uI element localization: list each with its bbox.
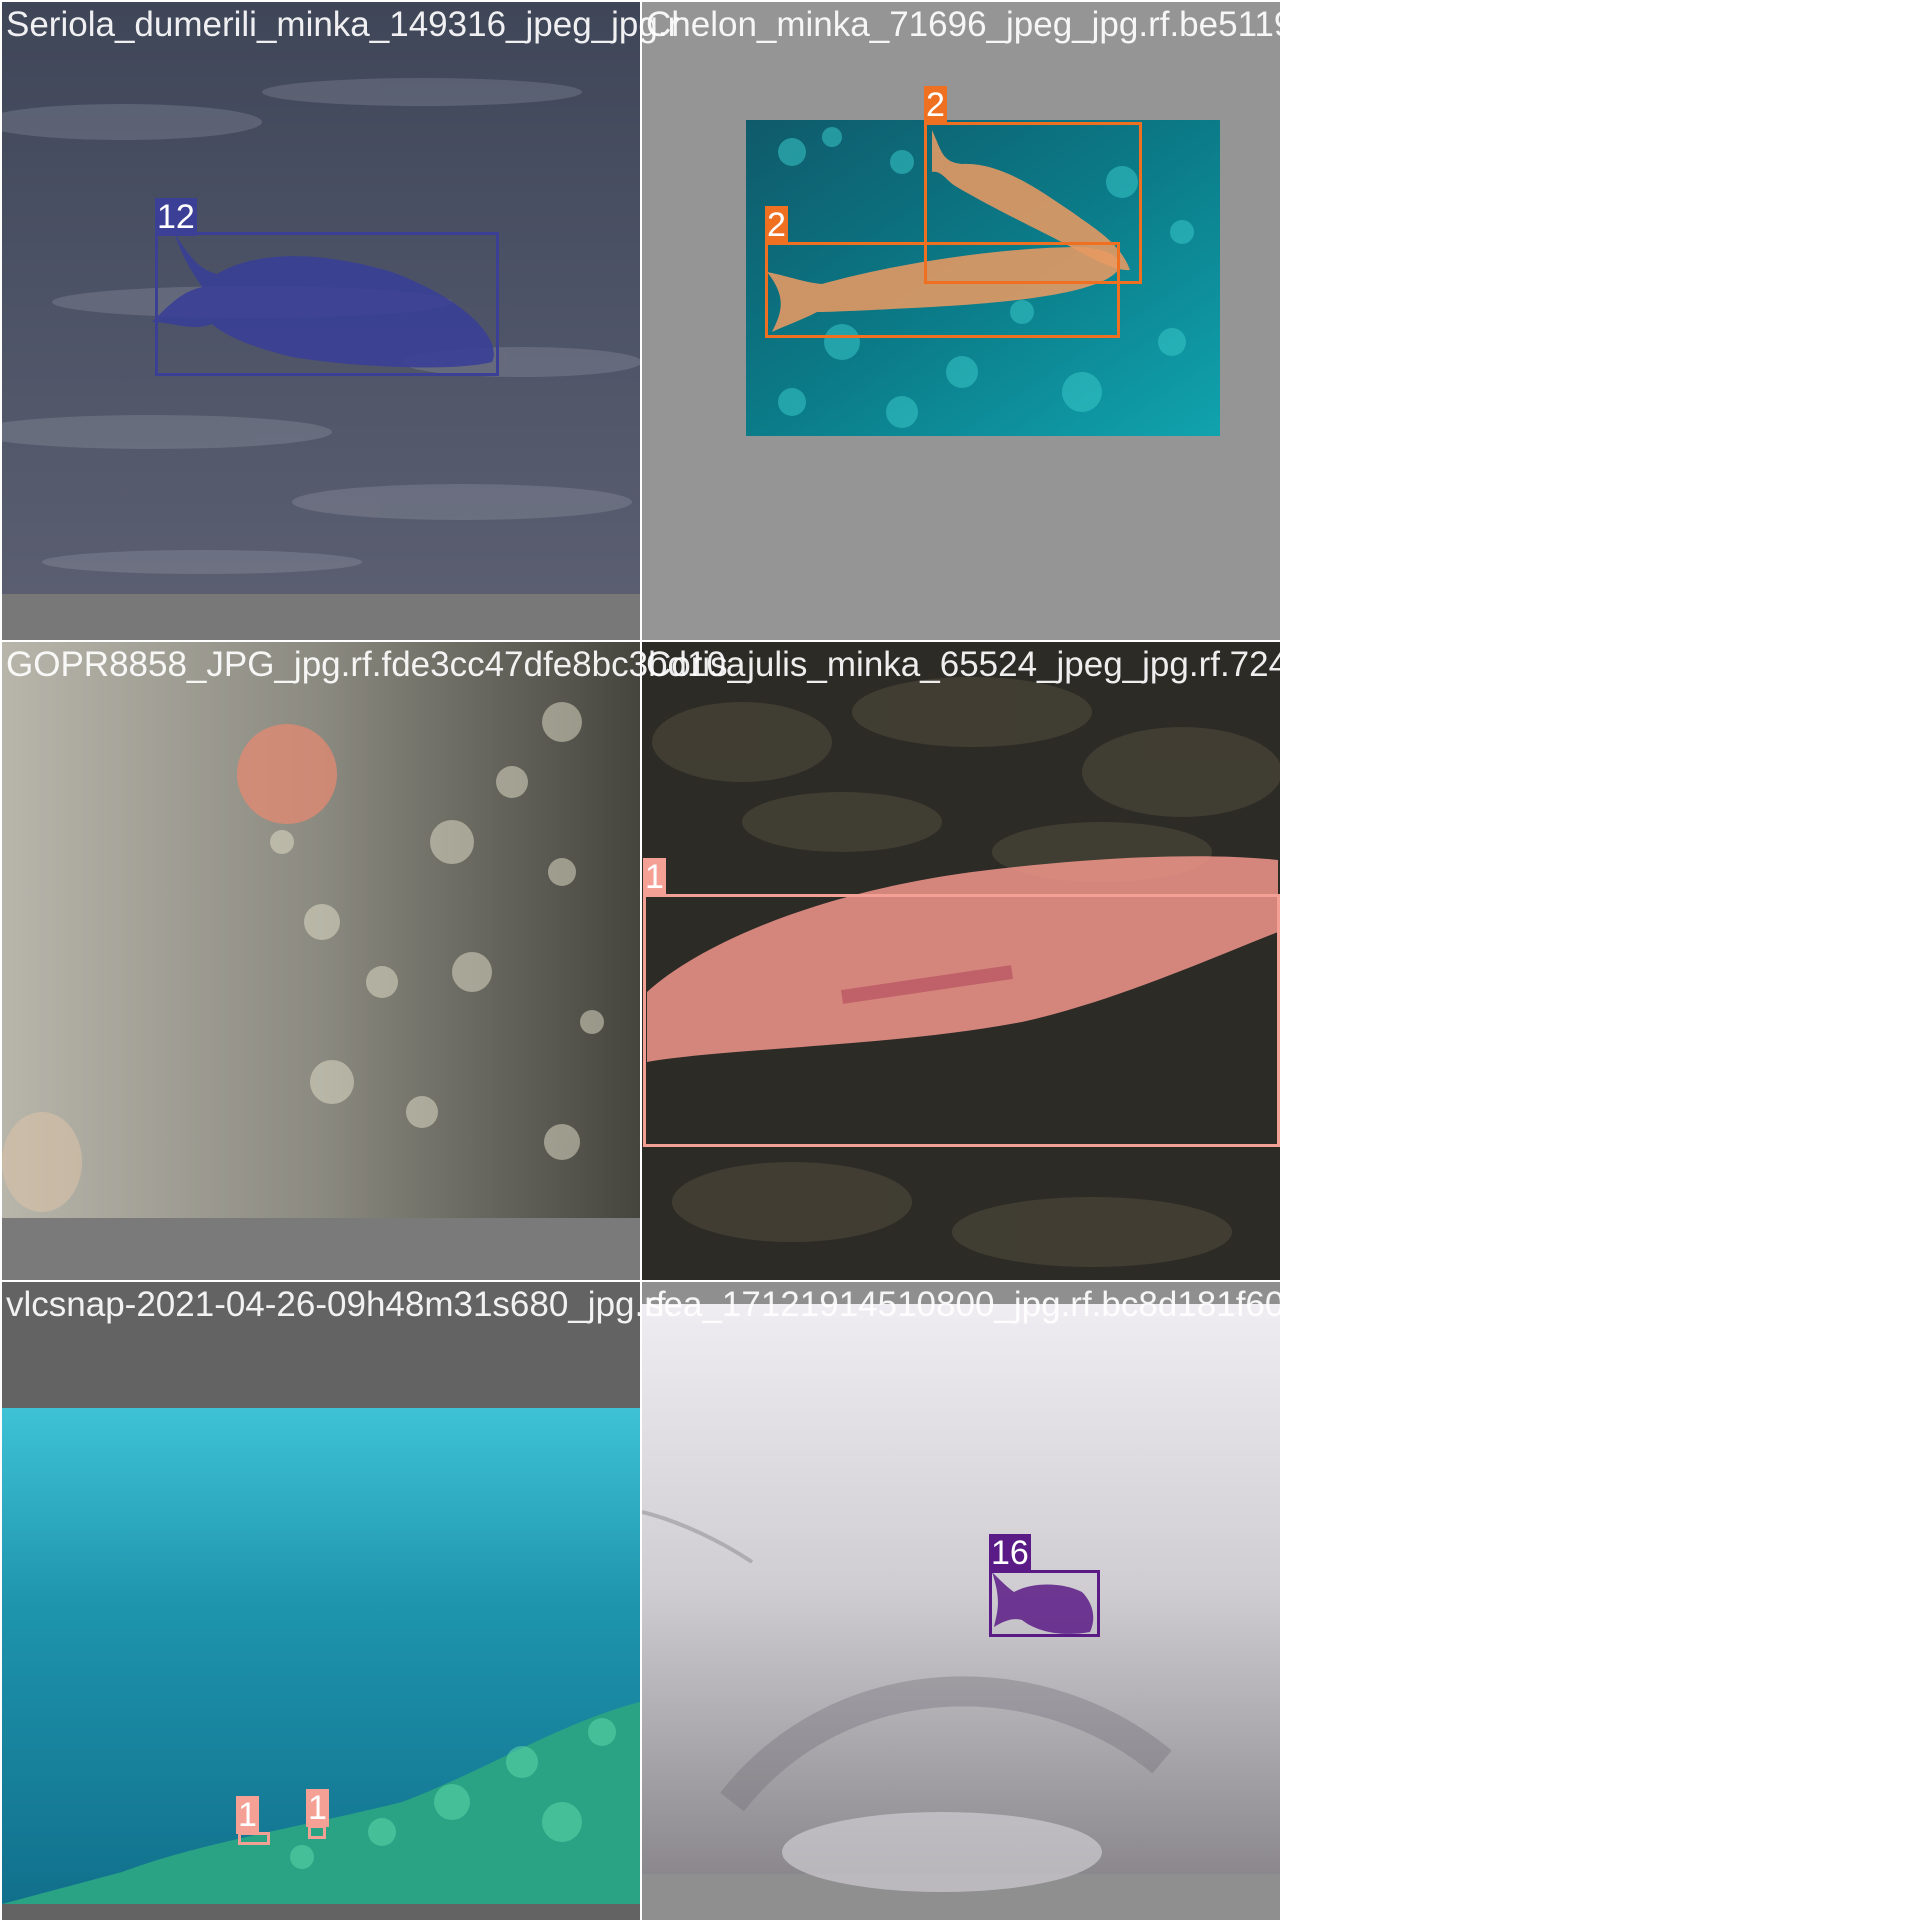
- detection-label: 16: [989, 1534, 1031, 1572]
- detection-label: 1: [306, 1789, 329, 1827]
- detection-box: [989, 1570, 1100, 1637]
- detection-label: 2: [924, 86, 947, 124]
- image-tile-vlcsnap: 1 1 vlcsnap-2021-04-26-09h48m31s680_jpg.…: [2, 1282, 675, 1920]
- detection-label: 1: [236, 1796, 259, 1834]
- detection-box: [765, 242, 1120, 338]
- gopr-underwater-photo: [2, 642, 640, 1280]
- detection-box: [155, 232, 499, 376]
- detection-label: 2: [765, 206, 788, 244]
- image-filename: Coris_julis_minka_65524_jpeg_jpg.rf.7249: [646, 645, 1308, 684]
- image-filename: Chelon_minka_71696_jpeg_jpg.rf.be5119606: [646, 5, 1352, 44]
- image-filename: vlcsnap-2021-04-26-09h48m31s680_jpg.rf.: [6, 1285, 676, 1324]
- sea-underwater-photo: [642, 1282, 1280, 1920]
- image-filename: sea_17121914510800_jpg.rf.bc8d181f60824: [646, 1285, 1343, 1324]
- image-filename: Seriola_dumerili_minka_149316_jpeg_jpg.r: [6, 5, 680, 44]
- image-tile-chelon: 2 2 Chelon_minka_71696_jpeg_jpg.rf.be511…: [642, 2, 1352, 640]
- image-tile-coris-julis: 1 Coris_julis_minka_65524_jpeg_jpg.rf.72…: [642, 642, 1308, 1280]
- detection-label: 1: [643, 858, 666, 896]
- image-tile-gopr: GOPR8858_JPG_jpg.rf.fde3cc47dfe8bc3bd10a: [2, 642, 745, 1280]
- image-tile-seriola: 12 Seriola_dumerili_minka_149316_jpeg_jp…: [2, 2, 679, 640]
- detection-label: 12: [155, 198, 197, 236]
- detection-box: [643, 894, 1280, 1147]
- image-filename: GOPR8858_JPG_jpg.rf.fde3cc47dfe8bc3bd10a: [6, 645, 746, 684]
- detection-box: [308, 1825, 326, 1839]
- image-tile-sea: 16 sea_17121914510800_jpg.rf.bc8d181f608…: [642, 1282, 1343, 1920]
